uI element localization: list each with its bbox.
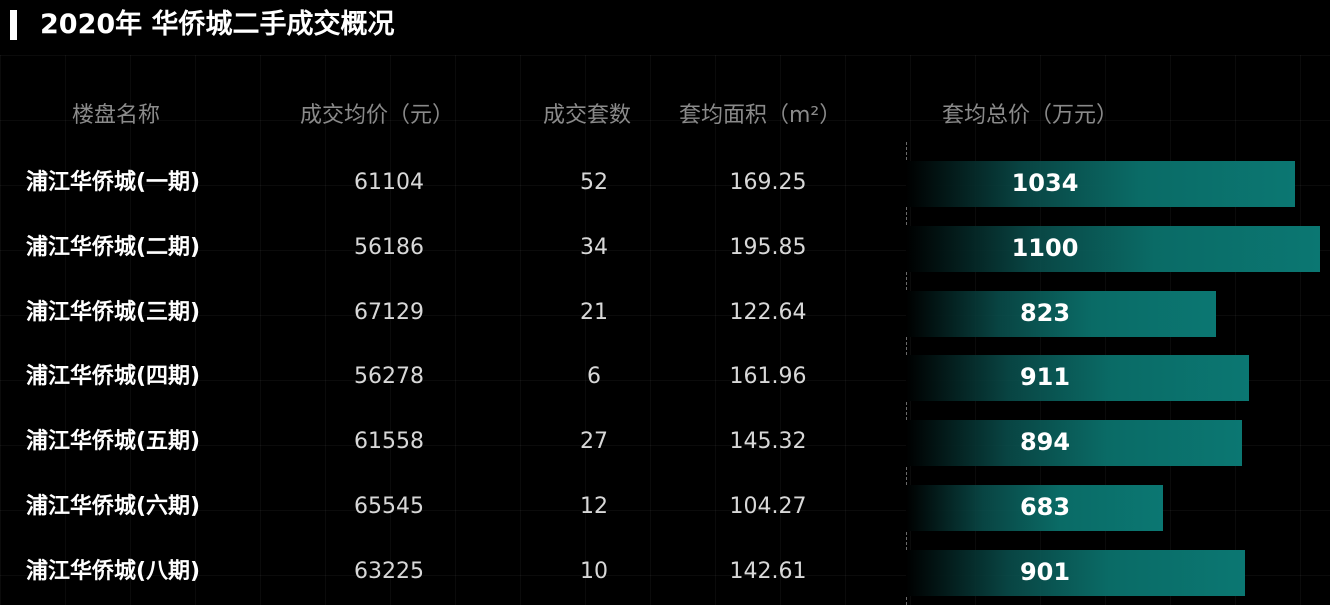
page-title: 2020年 华侨城二手成交概况: [40, 9, 395, 40]
total-price-label: 1100: [1011, 234, 1079, 262]
count-cell: 21: [580, 300, 608, 325]
table-row: 浦江华侨城(二期) 56186 34 195.85 1100: [0, 216, 1330, 280]
total-price-label: 901: [1019, 558, 1071, 586]
avg-price-cell: 63225: [354, 559, 424, 584]
table-row: 浦江华侨城(一期) 61104 52 169.25 1034: [0, 151, 1330, 215]
avg-price-cell: 61104: [354, 170, 424, 195]
table-row: 浦江华侨城(五期) 61558 27 145.32 894: [0, 410, 1330, 474]
total-price-label: 911: [1019, 363, 1071, 391]
header-name: 楼盘名称: [72, 103, 161, 128]
area-cell: 161.96: [729, 364, 807, 389]
avg-price-cell: 56278: [354, 364, 424, 389]
avg-price-cell: 61558: [354, 429, 424, 454]
title-accent-bar: [10, 10, 17, 40]
count-cell: 34: [580, 235, 608, 260]
area-cell: 145.32: [729, 429, 807, 454]
total-price-label: 823: [1019, 299, 1071, 327]
count-cell: 52: [580, 170, 608, 195]
header-count: 成交套数: [543, 103, 632, 128]
header-total: 套均总价（万元）: [942, 103, 1119, 128]
count-cell: 27: [580, 429, 608, 454]
avg-price-cell: 67129: [354, 300, 424, 325]
table-row: 浦江华侨城(八期) 63225 10 142.61 901: [0, 540, 1330, 604]
total-price-label: 683: [1019, 493, 1071, 521]
project-name-cell: 浦江华侨城(二期): [26, 235, 201, 260]
total-price-label: 894: [1019, 428, 1071, 456]
total-price-bar: [906, 226, 1320, 272]
project-name-cell: 浦江华侨城(一期): [26, 170, 201, 195]
area-cell: 142.61: [729, 559, 807, 584]
count-cell: 6: [587, 364, 601, 389]
table-row: 浦江华侨城(三期) 67129 21 122.64 823: [0, 281, 1330, 345]
project-name-cell: 浦江华侨城(四期): [26, 364, 201, 389]
project-name-cell: 浦江华侨城(五期): [26, 429, 201, 454]
table-row: 浦江华侨城(四期) 56278 6 161.96 911: [0, 345, 1330, 409]
avg-price-cell: 65545: [354, 494, 424, 519]
count-cell: 12: [580, 494, 608, 519]
area-cell: 169.25: [729, 170, 807, 195]
table-row: 浦江华侨城(六期) 65545 12 104.27 683: [0, 475, 1330, 539]
project-name-cell: 浦江华侨城(三期): [26, 300, 201, 325]
avg-price-cell: 56186: [354, 235, 424, 260]
count-cell: 10: [580, 559, 608, 584]
header-avg-price: 成交均价（元）: [300, 103, 455, 128]
project-name-cell: 浦江华侨城(六期): [26, 494, 201, 519]
area-cell: 195.85: [729, 235, 807, 260]
area-cell: 104.27: [729, 494, 807, 519]
project-name-cell: 浦江华侨城(八期): [26, 559, 201, 584]
header-area: 套均面积（m²）: [679, 103, 842, 128]
title-bar: 2020年 华侨城二手成交概况: [0, 0, 1330, 50]
total-price-label: 1034: [1011, 169, 1079, 197]
area-cell: 122.64: [729, 300, 807, 325]
